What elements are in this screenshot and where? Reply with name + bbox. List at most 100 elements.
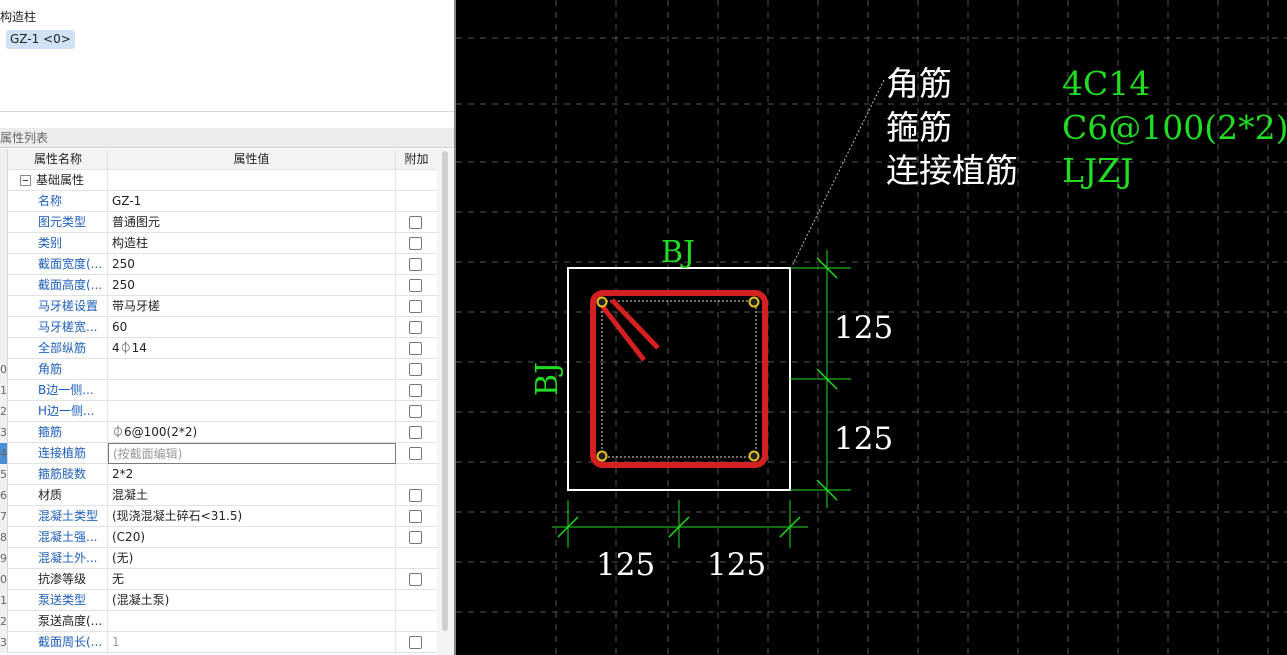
property-value[interactable]: 250 (108, 254, 396, 275)
table-row[interactable]: 0 角筋 (0, 359, 437, 380)
append-checkbox[interactable] (409, 237, 422, 250)
section-drawing: 角筋 4C14 箍筋 C6@100(2*2) 连接植筋 LJZJ BJ BJ 125 125 125… (456, 0, 1287, 655)
property-value[interactable]: (C20) (108, 527, 396, 548)
add-cell (396, 275, 437, 296)
row-number: 0 (0, 569, 8, 590)
property-value[interactable]: 带马牙槎 (108, 296, 396, 317)
property-value[interactable]: 4⏀14 (108, 338, 396, 359)
row-number (0, 338, 8, 359)
property-value[interactable]: 250 (108, 275, 396, 296)
table-row[interactable]: 基础属性 (0, 170, 437, 191)
grid-scrollbar[interactable] (437, 149, 454, 655)
property-value (108, 170, 396, 191)
table-row[interactable]: 截面宽度(... 250 (0, 254, 437, 275)
table-row[interactable]: 名称 GZ-1 (0, 191, 437, 212)
table-row[interactable]: 图元类型 普通图元 (0, 212, 437, 233)
cad-canvas[interactable]: 角筋 4C14 箍筋 C6@100(2*2) 连接植筋 LJZJ BJ BJ 125 125 125… (454, 0, 1287, 655)
property-value[interactable] (108, 359, 396, 380)
append-checkbox[interactable] (409, 342, 422, 355)
property-name: 箍筋肢数 (9, 464, 108, 485)
property-value[interactable]: GZ-1 (108, 191, 396, 212)
property-value[interactable]: 1 (108, 632, 396, 653)
property-value[interactable] (108, 380, 396, 401)
property-value[interactable]: (按截面编辑) (108, 443, 396, 464)
grid-header-row: 属性名称 属性值 附加 (0, 149, 437, 170)
table-row[interactable]: 9 混凝土外... (无) (0, 548, 437, 569)
property-value[interactable]: 构造柱 (108, 233, 396, 254)
tree-root-label[interactable]: 构造柱 (0, 8, 36, 25)
add-cell (396, 485, 437, 506)
property-value[interactable]: 普通图元 (108, 212, 396, 233)
table-row[interactable]: 0 抗渗等级无 (0, 569, 437, 590)
section-label-left: BJ (530, 362, 565, 396)
property-value[interactable]: (现浇混凝土碎石<31.5) (108, 506, 396, 527)
table-row[interactable]: 7 混凝土类型 (现浇混凝土碎石<31.5) (0, 506, 437, 527)
add-cell (396, 191, 437, 212)
property-name: 混凝土外... (9, 548, 108, 569)
property-value[interactable]: 混凝土 (108, 485, 396, 506)
header-add[interactable]: 附加 (396, 149, 437, 170)
add-cell (396, 254, 437, 275)
add-cell (396, 212, 437, 233)
property-name: 名称 (9, 191, 108, 212)
append-checkbox[interactable] (409, 510, 422, 523)
append-checkbox[interactable] (409, 636, 422, 649)
table-row[interactable]: 类别 构造柱 (0, 233, 437, 254)
table-row[interactable]: 马牙槎设置 带马牙槎 (0, 296, 437, 317)
table-row[interactable]: 6 材质 混凝土 (0, 485, 437, 506)
table-row[interactable]: 1 泵送类型 (混凝土泵) (0, 590, 437, 611)
scroll-thumb[interactable] (442, 151, 448, 631)
append-checkbox[interactable] (409, 300, 422, 313)
table-row[interactable]: 3 箍筋 ⏀6@100(2*2) (0, 422, 437, 443)
append-checkbox[interactable] (409, 279, 422, 292)
legend-label: 箍筋 (886, 108, 952, 147)
add-cell (396, 569, 437, 590)
property-name: 图元类型 (9, 212, 108, 233)
property-value[interactable]: 60 (108, 317, 396, 338)
add-cell (396, 548, 437, 569)
append-checkbox[interactable] (409, 321, 422, 334)
add-cell (396, 464, 437, 485)
table-row[interactable]: 全部纵筋 4⏀14 (0, 338, 437, 359)
table-row[interactable]: 8 混凝土强... (C20) (0, 527, 437, 548)
table-row[interactable]: 马牙槎宽... 60 (0, 317, 437, 338)
table-row[interactable]: 1 B边一侧... (0, 380, 437, 401)
append-checkbox[interactable] (409, 426, 422, 439)
table-row[interactable]: 2 H边一侧... (0, 401, 437, 422)
property-name: 泵送高度(... (9, 611, 108, 632)
property-value[interactable]: (混凝土泵) (108, 590, 396, 611)
property-value[interactable]: 2*2 (108, 464, 396, 485)
header-value[interactable]: 属性值 (108, 149, 396, 170)
property-name: 混凝土类型 (9, 506, 108, 527)
append-checkbox[interactable] (409, 531, 422, 544)
property-value[interactable] (108, 611, 396, 632)
append-checkbox[interactable] (409, 258, 422, 271)
table-row[interactable]: 截面高度(... 250 (0, 275, 437, 296)
table-row[interactable]: 5 箍筋肢数 2*2 (0, 464, 437, 485)
header-name[interactable]: 属性名称 (9, 149, 108, 170)
append-checkbox[interactable] (409, 447, 422, 460)
dimension-text: 125 (596, 547, 655, 583)
append-checkbox[interactable] (409, 573, 422, 586)
table-row[interactable]: 3 截面周长(... 1 (0, 632, 437, 653)
add-cell (396, 380, 437, 401)
tree-item-gz1[interactable]: GZ-1 <0> (6, 30, 75, 49)
legend-value: C6@100(2*2) (1062, 108, 1287, 147)
property-value[interactable]: (无) (108, 548, 396, 569)
property-name: 角筋 (9, 359, 108, 380)
append-checkbox[interactable] (409, 363, 422, 376)
row-number: 3 (0, 632, 8, 653)
property-name: 类别 (9, 233, 108, 254)
append-checkbox[interactable] (409, 384, 422, 397)
table-row[interactable]: 2 泵送高度(... (0, 611, 437, 632)
property-value[interactable]: 无 (108, 569, 396, 590)
append-checkbox[interactable] (409, 216, 422, 229)
property-value[interactable]: ⏀6@100(2*2) (108, 422, 396, 443)
append-checkbox[interactable] (409, 405, 422, 418)
collapse-icon[interactable] (20, 175, 31, 186)
row-number (0, 212, 8, 233)
property-name: 马牙槎宽... (9, 317, 108, 338)
table-row[interactable]: 4 连接植筋 (按截面编辑) (0, 443, 437, 464)
property-value[interactable] (108, 401, 396, 422)
append-checkbox[interactable] (409, 489, 422, 502)
